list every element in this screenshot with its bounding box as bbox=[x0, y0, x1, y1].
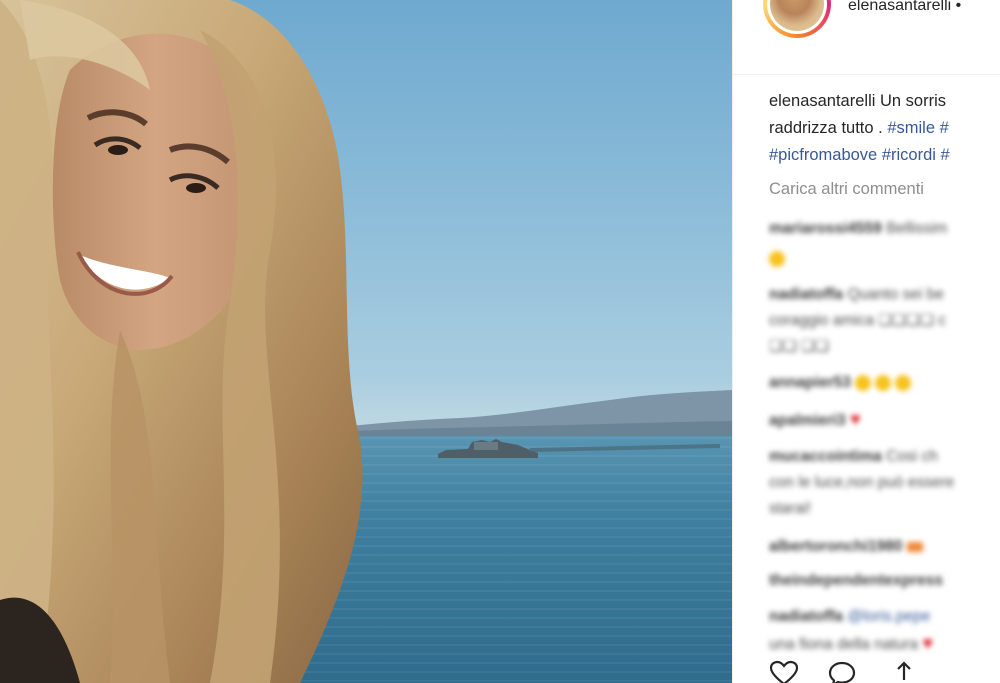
post-caption: elenasantarelli Un sorris raddrizza tutt… bbox=[769, 88, 1000, 169]
heart-emoji-icon: ♥ bbox=[850, 409, 861, 429]
hashtag[interactable]: #ricordi bbox=[882, 146, 936, 164]
comment: nadiatoffa Quanto sei be bbox=[769, 286, 944, 303]
comment-continuation: starai! bbox=[769, 500, 812, 517]
comment-username[interactable]: nadiatoffa bbox=[769, 608, 843, 625]
post-actions bbox=[769, 660, 989, 683]
yellow-face-emoji-icon bbox=[875, 374, 892, 391]
comment-username[interactable]: annapier53 bbox=[769, 374, 851, 391]
comment: theindependentexpress bbox=[769, 568, 943, 594]
share-icon[interactable] bbox=[889, 660, 919, 683]
comment-username[interactable]: mucaccointima bbox=[769, 448, 882, 465]
post-side-panel: elenasantarelli • elenasantarelli Un sor… bbox=[733, 0, 1000, 683]
comment-bubble-icon[interactable] bbox=[827, 660, 857, 683]
post-header: elenasantarelli • bbox=[733, 0, 1000, 75]
caption-line-1: elenasantarelli Un sorris bbox=[769, 92, 946, 110]
comment-username[interactable]: nadiatoffa bbox=[769, 286, 843, 303]
comment-username[interactable]: albertoronchi1980 bbox=[769, 538, 903, 555]
load-more-comments-button[interactable]: Carica altri commenti bbox=[769, 180, 924, 199]
yellow-face-emoji-icon bbox=[769, 250, 785, 267]
comment: albertoronchi1980 bbox=[769, 534, 923, 560]
post-photo[interactable] bbox=[0, 0, 732, 683]
comment-username[interactable]: theindependentexpress bbox=[769, 572, 943, 589]
comment: annapier53 bbox=[769, 370, 915, 396]
orange-emoji-icon bbox=[906, 541, 923, 552]
heart-outline-icon[interactable] bbox=[769, 660, 799, 683]
comment bbox=[769, 246, 789, 272]
hashtag[interactable]: #smile bbox=[887, 119, 935, 137]
comment-continuation: coraggio amica ❏❏❏❏ c bbox=[769, 312, 947, 329]
comment: mariarossi4559 Bellissim bbox=[769, 220, 948, 237]
header-username[interactable]: elenasantarelli • bbox=[848, 0, 961, 15]
caption-line-3: #picfromabove #ricordi # bbox=[769, 142, 1000, 169]
caption-username[interactable]: elenasantarelli bbox=[769, 92, 875, 110]
comment: mucaccointima Cosi ch bbox=[769, 448, 938, 465]
caption-line-2: raddrizza tutto . #smile # bbox=[769, 119, 949, 137]
comment: apalmieri3 ♥ bbox=[769, 406, 861, 434]
coast-hills bbox=[330, 390, 732, 436]
island-fortress bbox=[438, 439, 538, 458]
hashtag[interactable]: # bbox=[940, 119, 949, 137]
woman-portrait bbox=[0, 0, 363, 683]
yellow-face-emoji-icon bbox=[855, 374, 872, 391]
comment: nadiatoffa @loris.pepe bbox=[769, 604, 930, 630]
mention-link[interactable]: @loris.pepe bbox=[847, 608, 930, 625]
comment-continuation: ❏❏ ❏❏ bbox=[769, 338, 829, 355]
comment-username[interactable]: mariarossi4559 bbox=[769, 220, 882, 237]
comment-continuation: con le luce,non può essere bbox=[769, 474, 955, 491]
hashtag[interactable]: # bbox=[941, 146, 950, 164]
comment-continuation: una fiona della natura ♥ bbox=[769, 633, 934, 653]
hashtag[interactable]: #picfromabove bbox=[769, 146, 877, 164]
heart-emoji-icon: ♥ bbox=[922, 633, 934, 653]
avatar[interactable] bbox=[763, 0, 835, 42]
yellow-face-emoji-icon bbox=[895, 374, 912, 391]
comment-username[interactable]: apalmieri3 bbox=[769, 412, 846, 429]
